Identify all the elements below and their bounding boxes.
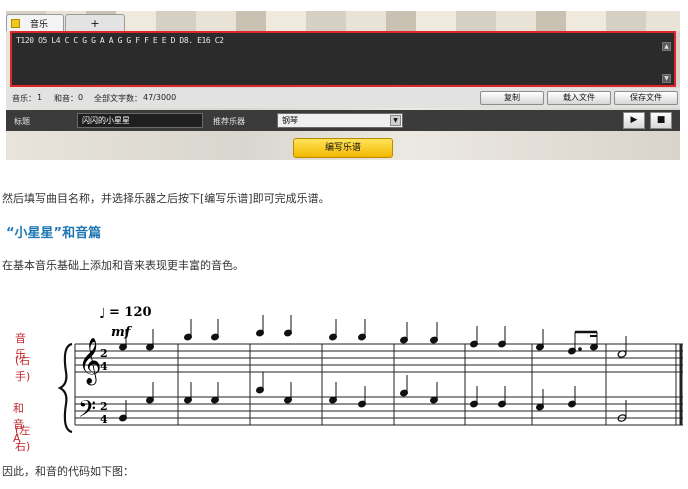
tab-music[interactable]: 音乐 bbox=[6, 14, 64, 31]
title-label: 标题 bbox=[14, 117, 30, 126]
scroll-up-icon[interactable]: ▲ bbox=[662, 42, 671, 51]
chevron-down-icon[interactable]: ▼ bbox=[390, 115, 401, 126]
stop-button[interactable]: ■ bbox=[650, 112, 672, 129]
copy-button[interactable]: 复制 bbox=[480, 91, 544, 105]
music-count-value: 1 bbox=[37, 93, 43, 102]
time-sig-treble-bottom: 4 bbox=[100, 360, 108, 373]
tempo-note-icon: ♩ bbox=[99, 306, 106, 322]
mml-code-text[interactable]: T120 O5 L4 C C G G A A G G F F E E D D8.… bbox=[16, 36, 224, 45]
score-svg: ♩ = 120 mf 𝄞 𝄢 2 4 2 4 bbox=[57, 305, 683, 434]
status-bar: 音乐： 1 和音： 0 全部文字数： 47/3000 复制 载入文件 保存文件 bbox=[6, 88, 680, 108]
conclusion-paragraph: 因此，和音的代码如下图： bbox=[2, 465, 134, 478]
bass-clef-icon: 𝄢 bbox=[78, 395, 96, 428]
load-file-button[interactable]: 载入文件 bbox=[547, 91, 611, 105]
instrument-select[interactable]: 钢琴 ▼ bbox=[277, 113, 403, 128]
section-heading: “小星星”和音篇 bbox=[6, 226, 102, 241]
scroll-down-icon[interactable]: ▼ bbox=[662, 74, 671, 83]
tab-music-label: 音乐 bbox=[30, 19, 49, 30]
tab-bar: 音乐 + bbox=[6, 11, 125, 31]
play-button[interactable]: ▶ bbox=[623, 112, 645, 129]
settings-row: 标题 闪闪的小星星 推荐乐器 钢琴 ▼ ▶ ■ bbox=[6, 110, 680, 131]
dynamic-marking: mf bbox=[111, 325, 133, 340]
title-input[interactable]: 闪闪的小星星 bbox=[77, 113, 203, 128]
bass-staff bbox=[75, 396, 683, 426]
treble-notes bbox=[118, 315, 627, 358]
add-tab-label: + bbox=[90, 16, 100, 30]
play-icon: ▶ bbox=[630, 115, 638, 125]
save-file-button[interactable]: 保存文件 bbox=[614, 91, 678, 105]
grand-staff-brace bbox=[57, 342, 73, 434]
time-sig-bass-top: 2 bbox=[100, 400, 108, 413]
barlines bbox=[74, 344, 683, 425]
description-paragraph: 在基本音乐基础上添加和音来表现更丰富的音色。 bbox=[2, 259, 244, 272]
treble-clef-icon: 𝄞 bbox=[78, 338, 102, 386]
composer-panel: 音乐 + T120 O5 L4 C C G G A A G G F F E E … bbox=[6, 11, 680, 160]
instruction-paragraph: 然后填写曲目名称，并选择乐器之后按下[编写乐谱]即可完成乐谱。 bbox=[2, 192, 330, 205]
stop-icon: ■ bbox=[656, 115, 666, 125]
music-count-label: 音乐： bbox=[12, 94, 36, 103]
mml-code-editor[interactable]: T120 O5 L4 C C G G A A G G F F E E D D8.… bbox=[10, 31, 676, 87]
instrument-label: 推荐乐器 bbox=[213, 117, 245, 126]
instrument-value: 钢琴 bbox=[282, 116, 298, 125]
time-sig-treble-top: 2 bbox=[100, 347, 108, 360]
char-count-label: 全部文字数： bbox=[94, 94, 142, 103]
harmony-count-label: 和音： bbox=[54, 94, 78, 103]
harmony-count-value: 0 bbox=[78, 93, 84, 102]
tab-add[interactable]: + bbox=[65, 14, 125, 31]
note-icon bbox=[11, 18, 20, 28]
compose-score-button[interactable]: 编写乐谱 bbox=[293, 138, 393, 158]
char-count-value: 47/3000 bbox=[143, 93, 177, 102]
tempo-marking: = 120 bbox=[109, 305, 152, 320]
time-sig-bass-bottom: 4 bbox=[100, 413, 108, 426]
